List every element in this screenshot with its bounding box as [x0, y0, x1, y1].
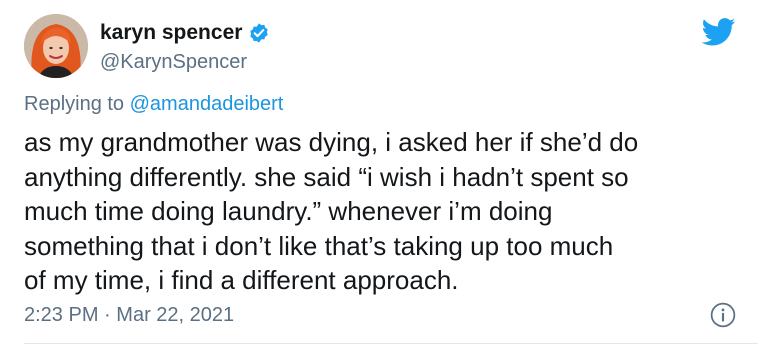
divider	[24, 343, 758, 344]
reply-to-handle-link[interactable]: @amandadeibert	[130, 93, 284, 115]
info-icon[interactable]	[710, 302, 736, 328]
tweet-text: as my grandmother was dying, i asked her…	[24, 127, 639, 295]
avatar-image	[24, 14, 88, 78]
reply-context: Replying to @amandadeibert	[24, 92, 283, 116]
tweet-date[interactable]: Mar 22, 2021	[116, 304, 234, 326]
tweet-card: karyn spencer @KarynSpencer Replying to …	[0, 0, 758, 350]
twitter-bird-icon[interactable]	[702, 18, 736, 46]
author-handle[interactable]: @KarynSpencer	[100, 50, 247, 74]
reply-prefix: Replying to	[24, 93, 125, 115]
tweet-timestamp[interactable]: 2:23 PM · Mar 22, 2021	[24, 303, 234, 327]
meta-separator: ·	[104, 304, 111, 326]
avatar[interactable]	[24, 14, 88, 78]
verified-badge-icon	[250, 23, 269, 43]
author-display-name[interactable]: karyn spencer	[100, 20, 242, 46]
author-name-row[interactable]: karyn spencer	[100, 20, 270, 46]
tweet-time[interactable]: 2:23 PM	[24, 304, 98, 326]
